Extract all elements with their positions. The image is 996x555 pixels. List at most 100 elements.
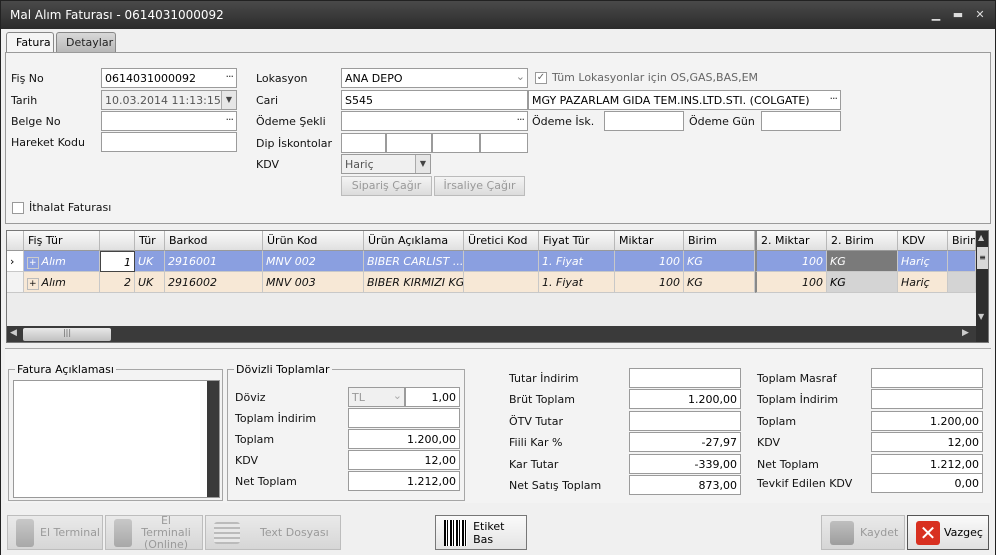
fis-no-input[interactable]: 0614031000092 ··· <box>101 68 237 88</box>
table-cell[interactable]: + Alım <box>24 251 100 272</box>
toplam-indirim-input[interactable] <box>871 389 983 409</box>
expand-icon[interactable]: + <box>27 257 39 269</box>
table-cell[interactable]: 2916001 <box>165 251 263 272</box>
net-satis-toplam-input[interactable]: 873,00 <box>629 475 741 495</box>
table-cell[interactable] <box>464 251 539 272</box>
tevkif-kdv-input[interactable]: 0,00 <box>871 473 983 493</box>
column-header[interactable]: Miktar <box>615 231 684 251</box>
chevron-down-icon[interactable]: ▼ <box>415 155 430 173</box>
table-cell[interactable]: 1. Fiyat <box>539 251 615 272</box>
tab-fatura[interactable]: Fatura <box>6 32 54 53</box>
doviz-rate-input[interactable]: 1,00 <box>405 387 460 407</box>
table-cell[interactable]: 100 <box>615 272 684 293</box>
toplam-input[interactable]: 1.200,00 <box>871 411 983 431</box>
close-icon[interactable]: ✕ <box>971 7 989 23</box>
table-cell[interactable]: 100 <box>755 272 827 293</box>
table-cell[interactable]: 2916002 <box>165 272 263 293</box>
vertical-scrollbar[interactable]: ▲ ≡ ▼ <box>976 231 988 342</box>
scroll-down-icon[interactable]: ▼ <box>978 312 984 321</box>
table-cell[interactable]: 100 <box>615 251 684 272</box>
irsaliye-cagir-button[interactable]: İrsaliye Çağır <box>434 176 525 196</box>
table-cell[interactable]: KG <box>684 272 755 293</box>
column-header[interactable]: Birim <box>948 231 976 251</box>
scroll-thumb[interactable]: ≡ <box>977 247 988 269</box>
el-terminal-online-button[interactable]: El Terminali (Online) <box>105 514 203 550</box>
column-header[interactable]: 2. Miktar <box>755 231 827 251</box>
ellipsis-icon[interactable]: ··· <box>517 113 525 126</box>
column-header[interactable]: KDV <box>898 231 948 251</box>
ellipsis-icon[interactable]: ··· <box>226 70 234 83</box>
kar-tutar-input[interactable]: -339,00 <box>629 454 741 474</box>
siparis-cagir-button[interactable]: Sipariş Çağır <box>341 176 432 196</box>
kaydet-button[interactable]: Kaydet <box>821 515 905 550</box>
table-cell[interactable]: 100 <box>755 251 827 272</box>
table-cell[interactable]: KG <box>827 251 898 272</box>
table-cell[interactable]: UK <box>135 251 165 272</box>
brut-toplam-input[interactable]: 1.200,00 <box>629 389 741 409</box>
column-header[interactable]: Ürün Açıklama <box>364 231 464 251</box>
column-header[interactable]: Fiş Tür <box>24 231 100 251</box>
chevron-down-icon[interactable]: ▼ <box>221 91 236 109</box>
scroll-right-icon[interactable]: ▶ <box>962 328 969 338</box>
table-cell[interactable]: Hariç <box>898 251 948 272</box>
table-cell[interactable]: BIBER KIRMIZI KG <box>364 272 464 293</box>
dip-iskonto-1[interactable] <box>341 133 386 153</box>
chevron-down-icon[interactable]: ⌄ <box>516 70 525 83</box>
column-header[interactable]: Tür <box>135 231 165 251</box>
odeme-isk-input[interactable] <box>604 111 684 131</box>
chevron-down-icon[interactable]: ⌄ <box>393 389 402 402</box>
dip-iskonto-3[interactable] <box>432 133 480 153</box>
tum-lokasyonlar-checkbox[interactable]: ✓ <box>535 72 547 84</box>
kdv-input[interactable]: 12,00 <box>348 450 460 470</box>
table-cell[interactable]: 2 <box>100 272 135 293</box>
toplam-indirim-input[interactable] <box>348 408 460 428</box>
table-cell[interactable]: BIBER CARLIST ... <box>364 251 464 272</box>
column-header[interactable]: Fiyat Tür <box>539 231 615 251</box>
otv-tutar-input[interactable] <box>629 411 741 431</box>
belge-no-input[interactable]: ··· <box>101 111 237 131</box>
scroll-up-icon[interactable]: ▲ <box>978 233 984 242</box>
cari-code-input[interactable]: S545 <box>341 90 528 110</box>
doviz-select[interactable]: TL ⌄ <box>348 387 405 407</box>
table-cell[interactable]: + Alım <box>24 272 100 293</box>
table-cell[interactable]: 1. Fiyat <box>539 272 615 293</box>
etiket-bas-button[interactable]: Etiket Bas <box>435 515 527 550</box>
fatura-aciklama-textarea[interactable] <box>13 380 220 498</box>
title-bar[interactable]: Mal Alım Faturası - 0614031000092 ▁ ▬ ✕ <box>1 1 995 29</box>
tutar-indirim-input[interactable] <box>629 368 741 388</box>
cari-name-input[interactable]: MGY PAZARLAM GIDA TEM.INS.LTD.STI. (COLG… <box>528 90 841 110</box>
horizontal-scrollbar[interactable]: ◀ ||| ▶ <box>7 326 976 342</box>
dip-iskonto-4[interactable] <box>480 133 528 153</box>
table-cell[interactable]: MNV 002 <box>263 251 364 272</box>
table-cell[interactable] <box>948 251 976 272</box>
column-header[interactable]: Birim <box>684 231 755 251</box>
kdv-input[interactable]: 12,00 <box>871 432 983 452</box>
toplam-input[interactable]: 1.200,00 <box>348 429 460 449</box>
table-cell[interactable]: 1 <box>100 251 135 272</box>
ithalat-checkbox[interactable] <box>12 202 24 214</box>
table-cell[interactable] <box>948 272 976 293</box>
toplam-masraf-input[interactable] <box>871 368 983 388</box>
table-cell[interactable]: KG <box>684 251 755 272</box>
ellipsis-icon[interactable]: ··· <box>830 92 838 105</box>
odeme-gun-input[interactable] <box>761 111 841 131</box>
vertical-scrollbar[interactable] <box>207 381 219 497</box>
table-cell[interactable]: MNV 003 <box>263 272 364 293</box>
lokasyon-select[interactable]: ANA DEPO ⌄ <box>341 68 528 88</box>
kdv-select[interactable]: Hariç ▼ <box>341 154 431 174</box>
el-terminal-button[interactable]: El Terminal <box>7 515 103 550</box>
dip-iskonto-2[interactable] <box>386 133 432 153</box>
minimize-icon[interactable]: ▁ <box>927 7 945 23</box>
column-header[interactable]: Ürün Kod <box>263 231 364 251</box>
scroll-thumb[interactable]: ||| <box>23 328 111 341</box>
column-header[interactable]: 2. Birim <box>827 231 898 251</box>
table-cell[interactable]: Hariç <box>898 272 948 293</box>
ellipsis-icon[interactable]: ··· <box>226 113 234 126</box>
table-cell[interactable] <box>464 272 539 293</box>
expand-icon[interactable]: + <box>27 278 39 290</box>
table-cell[interactable]: KG <box>827 272 898 293</box>
text-dosyasi-button[interactable]: Text Dosyası <box>205 515 341 550</box>
vazgec-button[interactable]: ✕ Vazgeç <box>907 515 989 550</box>
hareket-kodu-input[interactable] <box>101 132 237 152</box>
odeme-sekli-input[interactable]: ··· <box>341 111 528 131</box>
